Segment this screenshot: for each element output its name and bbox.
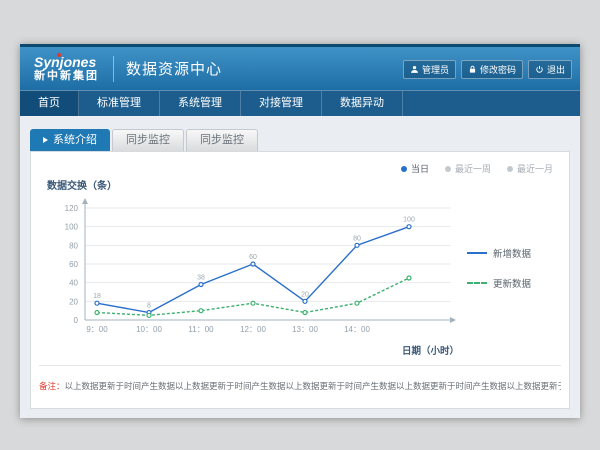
x-axis-title: 日期（小时） (39, 343, 463, 357)
app-header: Synjones 新中新集团 数据资源中心 管理员 修改密码 退出 (20, 44, 580, 90)
svg-text:20: 20 (301, 291, 309, 298)
nav-item-data-change[interactable]: 数据异动 (322, 91, 403, 116)
change-password-button[interactable]: 修改密码 (461, 60, 523, 79)
svg-text:10：00: 10：00 (136, 325, 162, 334)
svg-text:13：00: 13：00 (292, 325, 318, 334)
y-axis-title: 数据交换（条） (47, 177, 561, 192)
user-icon (410, 65, 419, 74)
nav-item-connect-mgmt[interactable]: 对接管理 (241, 91, 322, 116)
note: 备注：以上数据更新于时间产生数据以上数据更新于时间产生数据以上数据更新于时间产生… (39, 365, 561, 392)
tab-system-intro-label: 系统介绍 (53, 130, 97, 151)
svg-text:9：00: 9：00 (86, 325, 108, 334)
period-today-label: 当日 (411, 162, 429, 175)
period-last-month-label: 最近一月 (517, 162, 553, 175)
tab-sync-monitor-2[interactable]: 同步监控 (186, 129, 258, 151)
nav-item-standard-mgmt[interactable]: 标准管理 (79, 91, 160, 116)
svg-text:80: 80 (353, 235, 361, 242)
legend-item-updated-data: 更新数据 (467, 276, 531, 290)
svg-text:120: 120 (65, 204, 79, 213)
admin-user-button[interactable]: 管理员 (403, 60, 456, 79)
tab-sync-monitor-1[interactable]: 同步监控 (112, 129, 184, 151)
chart-panel: 当日 最近一周 最近一月 数据交换（条） 0 20 40 60 80 100 120 9：00… (30, 151, 570, 409)
change-password-label: 修改密码 (480, 63, 516, 76)
nav-item-system-mgmt[interactable]: 系统管理 (160, 91, 241, 116)
app-title: 数据资源中心 (126, 58, 222, 79)
series-legend: 新增数据 更新数据 (467, 246, 531, 290)
chart-row: 0 20 40 60 80 100 120 9：00 10：00 11：00 12：00 13：00 1… (39, 194, 561, 357)
tab-bar: 系统介绍 同步监控 同步监控 (30, 129, 570, 151)
app-window: Synjones 新中新集团 数据资源中心 管理员 修改密码 退出 (20, 44, 580, 418)
main-nav: 首页 标准管理 系统管理 对接管理 数据异动 (20, 90, 580, 116)
chart-column: 0 20 40 60 80 100 120 9：00 10：00 11：00 12：00 13：00 1… (39, 194, 463, 357)
svg-text:40: 40 (69, 279, 78, 288)
period-item-last-week[interactable]: 最近一周 (445, 162, 491, 175)
today-dot-icon (401, 166, 407, 172)
legend-new-data-label: 新增数据 (493, 246, 531, 260)
svg-text:12：00: 12：00 (240, 325, 266, 334)
content-area: 系统介绍 同步监控 同步监控 当日 最近一周 (20, 117, 580, 418)
green-line-sample-icon (467, 282, 487, 284)
period-legend: 当日 最近一周 最近一月 (39, 162, 553, 175)
logo-text: Synjones (34, 55, 99, 70)
logo-subtext: 新中新集团 (34, 70, 99, 82)
svg-text:20: 20 (69, 297, 78, 306)
svg-text:0: 0 (74, 316, 79, 325)
admin-user-label: 管理员 (422, 63, 449, 76)
power-icon (535, 65, 544, 74)
note-text: 以上数据更新于时间产生数据以上数据更新于时间产生数据以上数据更新于时间产生数据以… (65, 381, 561, 391)
svg-text:100: 100 (65, 223, 79, 232)
svg-text:11：00: 11：00 (188, 325, 214, 334)
tab-system-intro[interactable]: 系统介绍 (30, 129, 110, 151)
svg-text:18: 18 (93, 293, 101, 300)
desktop-background: Synjones 新中新集团 数据资源中心 管理员 修改密码 退出 (0, 0, 600, 450)
last-month-dot-icon (507, 166, 513, 172)
logout-label: 退出 (547, 63, 565, 76)
note-label: 备注： (39, 381, 65, 391)
svg-text:60: 60 (249, 254, 257, 261)
last-week-dot-icon (445, 166, 451, 172)
company-logo: Synjones 新中新集团 (34, 55, 99, 82)
header-divider (113, 56, 114, 82)
blue-line-sample-icon (467, 252, 487, 254)
svg-text:8: 8 (147, 303, 151, 310)
svg-text:100: 100 (403, 217, 415, 224)
period-last-week-label: 最近一周 (455, 162, 491, 175)
period-item-today[interactable]: 当日 (401, 162, 429, 175)
lock-icon (468, 65, 477, 74)
svg-text:60: 60 (69, 260, 78, 269)
tab-arrow-icon (43, 137, 48, 143)
logo-dot-icon (57, 53, 61, 57)
user-area: 管理员 修改密码 退出 (403, 60, 572, 79)
period-item-last-month[interactable]: 最近一月 (507, 162, 553, 175)
logout-button[interactable]: 退出 (528, 60, 572, 79)
svg-text:80: 80 (69, 241, 78, 250)
svg-text:38: 38 (197, 275, 205, 282)
line-chart: 0 20 40 60 80 100 120 9：00 10：00 11：00 12：00 13：00 1… (39, 194, 463, 344)
nav-item-home[interactable]: 首页 (20, 91, 79, 116)
legend-item-new-data: 新增数据 (467, 246, 531, 260)
svg-text:14：00: 14：00 (344, 325, 370, 334)
legend-updated-data-label: 更新数据 (493, 276, 531, 290)
